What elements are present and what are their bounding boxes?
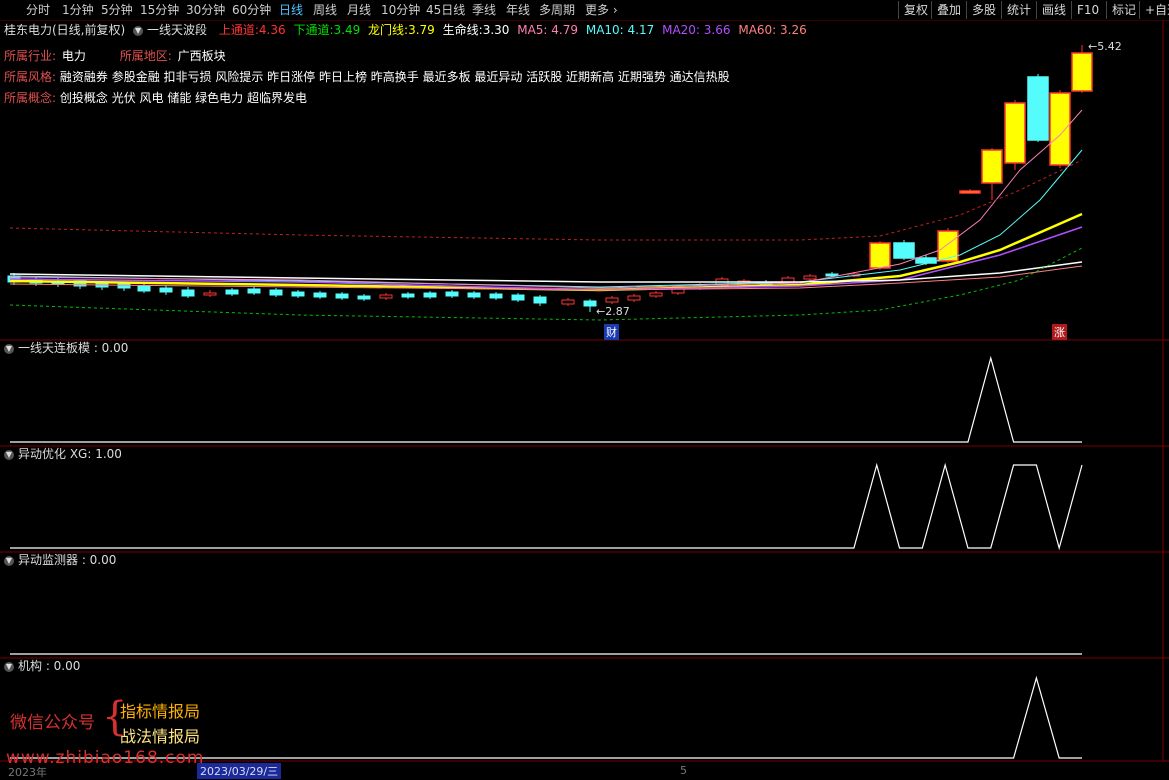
candle-body (445, 291, 459, 297)
collapse-icon[interactable]: ▼ (4, 661, 14, 672)
ma10-line (9, 149, 1083, 288)
collapse-icon[interactable]: ▼ (4, 343, 14, 354)
panel-title-yidong[interactable]: ▼ 异动优化 XG: 1.00 (4, 446, 122, 462)
candle-body (533, 296, 547, 304)
candle-body (803, 275, 817, 280)
candle-body (1049, 92, 1071, 166)
collapse-icon[interactable]: ▼ (4, 449, 14, 460)
low-price-value: 2.87 (605, 305, 630, 318)
candle-body (489, 293, 503, 299)
grid-lines (0, 20, 1169, 762)
candle-body (137, 285, 151, 292)
candle-body (379, 294, 393, 299)
high-price-label: ←5.42 (1088, 40, 1122, 53)
kline-chart[interactable] (0, 0, 1169, 774)
panel-title-text: 机构 : 0.00 (18, 659, 81, 673)
candle-body (269, 289, 283, 296)
candle-body (649, 292, 663, 297)
watermark-wechat: 微信公众号 (10, 713, 95, 733)
panel-title-text: 异动监测器 : 0.00 (18, 553, 117, 567)
yidong-signal-line (10, 462, 1083, 551)
limit-up-marker[interactable]: 涨 (1052, 324, 1067, 340)
candle-body (605, 297, 619, 303)
panel-title-text: 一线天连板模 : 0.00 (18, 341, 129, 355)
candle-body (401, 293, 415, 298)
candle-body (313, 292, 327, 298)
watermark-line2: 指标情报局 (120, 702, 201, 721)
candle-body (981, 149, 1003, 184)
watermark-line3: 战法情报局 (120, 727, 201, 746)
panel-title-lianban[interactable]: ▼ 一线天连板模 : 0.00 (4, 340, 128, 356)
panel-title-text: 异动优化 XG: 1.00 (18, 447, 122, 461)
candle-body (247, 288, 261, 294)
date-axis-cursor: 2023/03/29/三 (197, 763, 282, 779)
candle-body (117, 283, 131, 289)
date-axis-left: 2023年 (8, 766, 47, 779)
candle-body (357, 295, 371, 300)
candle-body (561, 299, 575, 305)
candle-body (291, 291, 305, 297)
high-price-value: 5.42 (1097, 40, 1122, 53)
candle-body (225, 289, 239, 295)
financial-marker[interactable]: 财 (604, 324, 619, 340)
candle-body (869, 242, 891, 269)
candle-body (467, 292, 481, 298)
date-axis-right: 5 (680, 764, 687, 777)
candle-body (335, 293, 349, 299)
candle-body (1071, 52, 1093, 92)
low-price-label: ←2.87 (596, 305, 630, 318)
collapse-icon[interactable]: ▼ (4, 555, 14, 566)
candle-body (893, 242, 915, 259)
candle-body (959, 190, 981, 194)
panel-title-jigou[interactable]: ▼ 机构 : 0.00 (4, 658, 80, 674)
upper-channel-line (9, 159, 1083, 241)
candle-body (1004, 102, 1026, 164)
candle-body (159, 287, 173, 293)
candle-body (203, 292, 217, 296)
panel-title-monitor[interactable]: ▼ 异动监测器 : 0.00 (4, 552, 116, 568)
candle-body (1027, 76, 1049, 141)
candle-body (627, 295, 641, 301)
candle-body (181, 289, 195, 297)
candle-body (511, 294, 525, 301)
candle-body (423, 292, 437, 298)
lianban-signal-line (10, 355, 1082, 443)
